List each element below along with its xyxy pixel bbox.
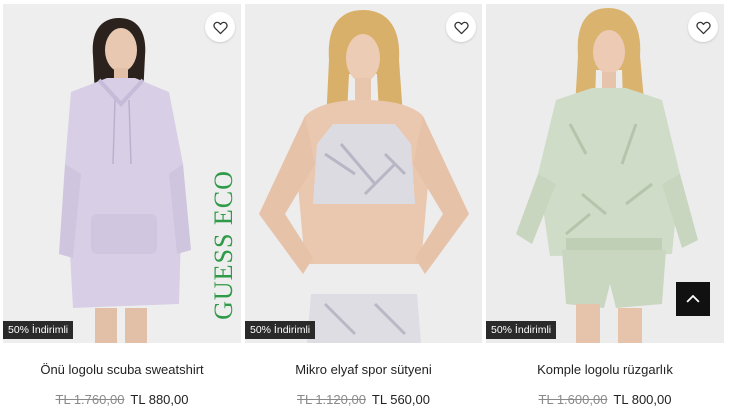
sale-price: TL 560,00 xyxy=(371,392,430,407)
old-price: TL 1.760,00 xyxy=(55,392,125,407)
heart-icon xyxy=(212,21,228,34)
product-image[interactable] xyxy=(3,4,241,343)
heart-icon xyxy=(453,21,469,34)
heart-icon xyxy=(695,21,711,34)
price-row: TL 1.120,00 TL 560,00 xyxy=(245,392,482,407)
product-card[interactable]: 50% İndirimli Mikro elyaf spor sütyeni T… xyxy=(245,0,482,420)
product-card[interactable]: GUESS ECO 50% İndirimli Önü logolu scuba… xyxy=(3,0,241,420)
product-name[interactable]: Komple logolu rüzgarlık xyxy=(486,362,724,377)
chevron-up-icon xyxy=(686,294,700,303)
brand-mark: GUESS ECO xyxy=(209,170,239,320)
product-name[interactable]: Mikro elyaf spor sütyeni xyxy=(245,362,482,377)
product-name[interactable]: Önü logolu scuba sweatshirt xyxy=(3,362,241,377)
wishlist-button[interactable] xyxy=(446,12,476,42)
discount-badge: 50% İndirimli xyxy=(486,321,557,339)
price-row: TL 1.600,00 TL 800,00 xyxy=(486,392,724,407)
product-card[interactable]: 50% İndirimli Komple logolu rüzgarlık TL… xyxy=(486,0,724,420)
wishlist-button[interactable] xyxy=(688,12,718,42)
product-image[interactable] xyxy=(245,4,482,343)
discount-badge: 50% İndirimli xyxy=(3,321,74,339)
price-row: TL 1.760,00 TL 880,00 xyxy=(3,392,241,407)
back-to-top-button[interactable] xyxy=(676,282,710,316)
sale-price: TL 800,00 xyxy=(613,392,672,407)
guess-eco-logo: GUESS ECO xyxy=(209,160,238,330)
wishlist-button[interactable] xyxy=(205,12,235,42)
product-grid: GUESS ECO 50% İndirimli Önü logolu scuba… xyxy=(0,0,730,420)
discount-badge: 50% İndirimli xyxy=(245,321,316,339)
old-price: TL 1.120,00 xyxy=(297,392,366,407)
sale-price: TL 880,00 xyxy=(130,392,189,407)
old-price: TL 1.600,00 xyxy=(538,392,608,407)
